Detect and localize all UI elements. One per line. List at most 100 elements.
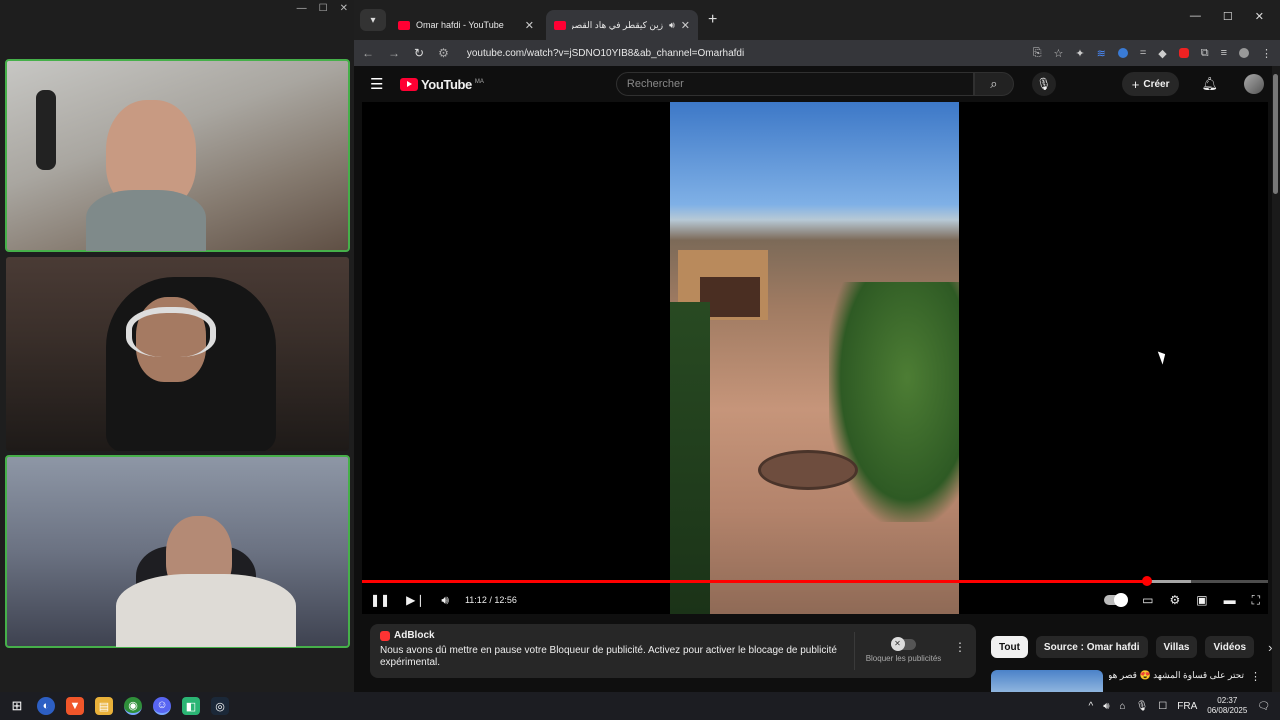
scrollbar[interactable]	[1272, 66, 1280, 692]
scrubber-handle[interactable]	[1141, 576, 1152, 586]
participant-video-body	[86, 190, 206, 251]
scrollbar-thumb[interactable]	[1273, 74, 1278, 194]
app-icon[interactable]: ◧	[182, 697, 200, 715]
tray-app-icon[interactable]: ☐	[1158, 701, 1167, 712]
maximize-button[interactable]: ☐	[319, 3, 328, 14]
video-call-window: — ☐ ✕	[0, 0, 354, 692]
player-right-controls: ▭ ⚙ ▣ ▬ ⛶	[1104, 593, 1260, 608]
menu-icon[interactable]: ☰	[370, 75, 388, 93]
adblock-notice: AdBlock Nous avons dû mettre en pause vo…	[370, 624, 976, 678]
adblock-brand-label: AdBlock	[394, 630, 435, 641]
browser-window: ▾ Omar hafdi - YouTube ✕ زين كيقطر في ها…	[354, 0, 1280, 692]
puzzle-icon[interactable]: ⧉	[1201, 47, 1209, 60]
search-button[interactable]: ⌕	[973, 72, 1014, 96]
extension-icon[interactable]: ✦	[1075, 47, 1084, 60]
file-explorer-icon[interactable]: ▤	[95, 697, 113, 715]
youtube-play-icon	[400, 77, 418, 91]
tab-omar-hafdi[interactable]: Omar hafdi - YouTube ✕	[390, 10, 542, 40]
fullscreen-icon[interactable]: ⛶	[1252, 593, 1260, 608]
extension-icon[interactable]: =	[1140, 47, 1146, 59]
adblock-extension-icon[interactable]	[1178, 48, 1189, 58]
participant-tile-3[interactable]	[5, 455, 350, 648]
notifications-bell-icon[interactable]: 🔔︎	[1201, 76, 1218, 92]
chevron-down-icon: ▾	[370, 14, 376, 26]
chip-villas[interactable]: Villas	[1155, 636, 1198, 658]
discord-icon[interactable]: ☺	[153, 697, 171, 715]
install-app-icon[interactable]: ⎘	[1033, 47, 1042, 60]
speaker-icon[interactable]: 🔊︎	[669, 20, 675, 31]
menu-dots-icon[interactable]: ⋮	[1261, 47, 1272, 60]
chip-all[interactable]: Tout	[991, 636, 1028, 658]
tab-title: Omar hafdi - YouTube	[416, 20, 504, 30]
network-icon[interactable]: ⌂	[1120, 701, 1126, 712]
windows-start-icon[interactable]: ⊞	[8, 697, 26, 715]
notifications-icon[interactable]: 🗨︎	[1257, 701, 1270, 712]
subtitles-icon[interactable]: ▭	[1142, 593, 1153, 607]
minimize-button[interactable]: —	[297, 3, 307, 14]
region-code: MA	[474, 78, 484, 85]
voice-search-button[interactable]: 🎙︎	[1031, 72, 1056, 96]
reload-icon[interactable]: ↻	[414, 46, 424, 60]
back-icon[interactable]: ←	[362, 46, 374, 60]
youtube-logo[interactable]: YouTube MA	[400, 77, 484, 92]
volume-icon[interactable]: 🔊︎	[441, 593, 449, 608]
minimize-button[interactable]: —	[1190, 10, 1201, 23]
video-player[interactable]: ❚❚ ▶❘ 🔊︎ 11:12 / 12:56 ▭ ⚙ ▣ ▬ ⛶	[362, 102, 1268, 614]
create-button[interactable]: + Créer	[1121, 72, 1180, 96]
more-options-icon[interactable]: ⋮	[954, 640, 966, 654]
system-tray: ^ 🔊︎ ⌂ 🎙︎ ☐ FRA 02:37 06/08/2025 🗨︎	[1089, 696, 1280, 716]
recommendation-thumbnail[interactable]	[991, 670, 1103, 692]
address-bar-row: ← → ↻ ⚙ youtube.com/watch?v=jSDNO10YIB8&…	[354, 40, 1280, 66]
block-ads-toggle[interactable]	[890, 637, 916, 651]
chrome-icon[interactable]: ◉	[124, 697, 142, 715]
steam-icon[interactable]: ◎	[211, 697, 229, 715]
taskbar-apps: ⊞ ◐ ▼ ▤ ◉ ☺ ◧ ◎	[0, 697, 229, 715]
maximize-button[interactable]: ☐	[1223, 10, 1233, 23]
participant-tile-1[interactable]	[5, 59, 350, 252]
participant-video-body	[116, 574, 296, 647]
next-icon[interactable]: ▶❘	[406, 593, 425, 607]
tab-close-icon[interactable]: ✕	[525, 19, 534, 32]
tab-search-button[interactable]: ▾	[360, 9, 386, 31]
progress-fill	[362, 580, 1147, 583]
bookmark-star-icon[interactable]: ☆	[1054, 47, 1064, 60]
tab-close-icon[interactable]: ✕	[681, 19, 690, 32]
autoplay-toggle[interactable]	[1104, 593, 1129, 607]
url-field[interactable]: youtube.com/watch?v=jSDNO10YIB8&ab_chann…	[467, 48, 1019, 59]
volume-icon[interactable]: 🔊︎	[1103, 701, 1109, 712]
clock-date: 06/08/2025	[1207, 706, 1248, 715]
forward-icon[interactable]: →	[388, 46, 400, 60]
media-control-icon[interactable]: ≡	[1221, 47, 1227, 59]
language-indicator[interactable]: FRA	[1177, 701, 1197, 712]
video-content	[758, 450, 858, 490]
extension-icon[interactable]: ◆	[1158, 47, 1166, 60]
clock[interactable]: 02:37 06/08/2025	[1207, 696, 1247, 716]
extension-icon[interactable]	[1117, 48, 1128, 58]
microphone-icon[interactable]: 🎙︎	[1136, 701, 1149, 712]
player-controls: ❚❚ ▶❘ 🔊︎ 11:12 / 12:56 ▭ ⚙ ▣ ▬ ⛶	[362, 588, 1268, 612]
recommendation-item[interactable]: تحتر على قساوة المشهد 😍 قصر هوتة للبيع ⋮	[991, 670, 1261, 692]
extension-icon[interactable]: ≋	[1097, 47, 1106, 60]
tab-current-video[interactable]: زين كيقطر في هاد القصر الـ 🔊︎ ✕	[546, 10, 698, 40]
more-options-icon[interactable]: ⋮	[1250, 670, 1261, 692]
theater-mode-icon[interactable]: ▬	[1224, 593, 1236, 607]
close-button[interactable]: ✕	[340, 3, 348, 14]
miniplayer-icon[interactable]: ▣	[1196, 593, 1207, 607]
progress-bar[interactable]	[362, 576, 1268, 586]
close-button[interactable]: ✕	[1255, 10, 1264, 23]
participant-tile-2[interactable]	[6, 257, 349, 451]
search-input[interactable]: Rechercher	[615, 72, 974, 96]
new-tab-button[interactable]: +	[708, 11, 717, 29]
avatar[interactable]	[1244, 74, 1264, 94]
brave-browser-icon[interactable]: ▼	[66, 697, 84, 715]
profile-icon[interactable]	[1239, 48, 1249, 58]
video-content	[670, 302, 710, 614]
search-icon[interactable]: ◐	[37, 697, 55, 715]
recommendation-title[interactable]: تحتر على قساوة المشهد 😍 قصر هوتة للبيع	[1109, 670, 1244, 692]
chip-videos[interactable]: Vidéos	[1205, 636, 1255, 658]
site-info-icon[interactable]: ⚙	[438, 46, 449, 60]
settings-gear-icon[interactable]: ⚙	[1169, 593, 1180, 607]
chip-source[interactable]: Source : Omar hafdi	[1035, 636, 1148, 658]
chevron-up-icon[interactable]: ^	[1089, 701, 1094, 712]
pause-icon[interactable]: ❚❚	[370, 593, 390, 607]
